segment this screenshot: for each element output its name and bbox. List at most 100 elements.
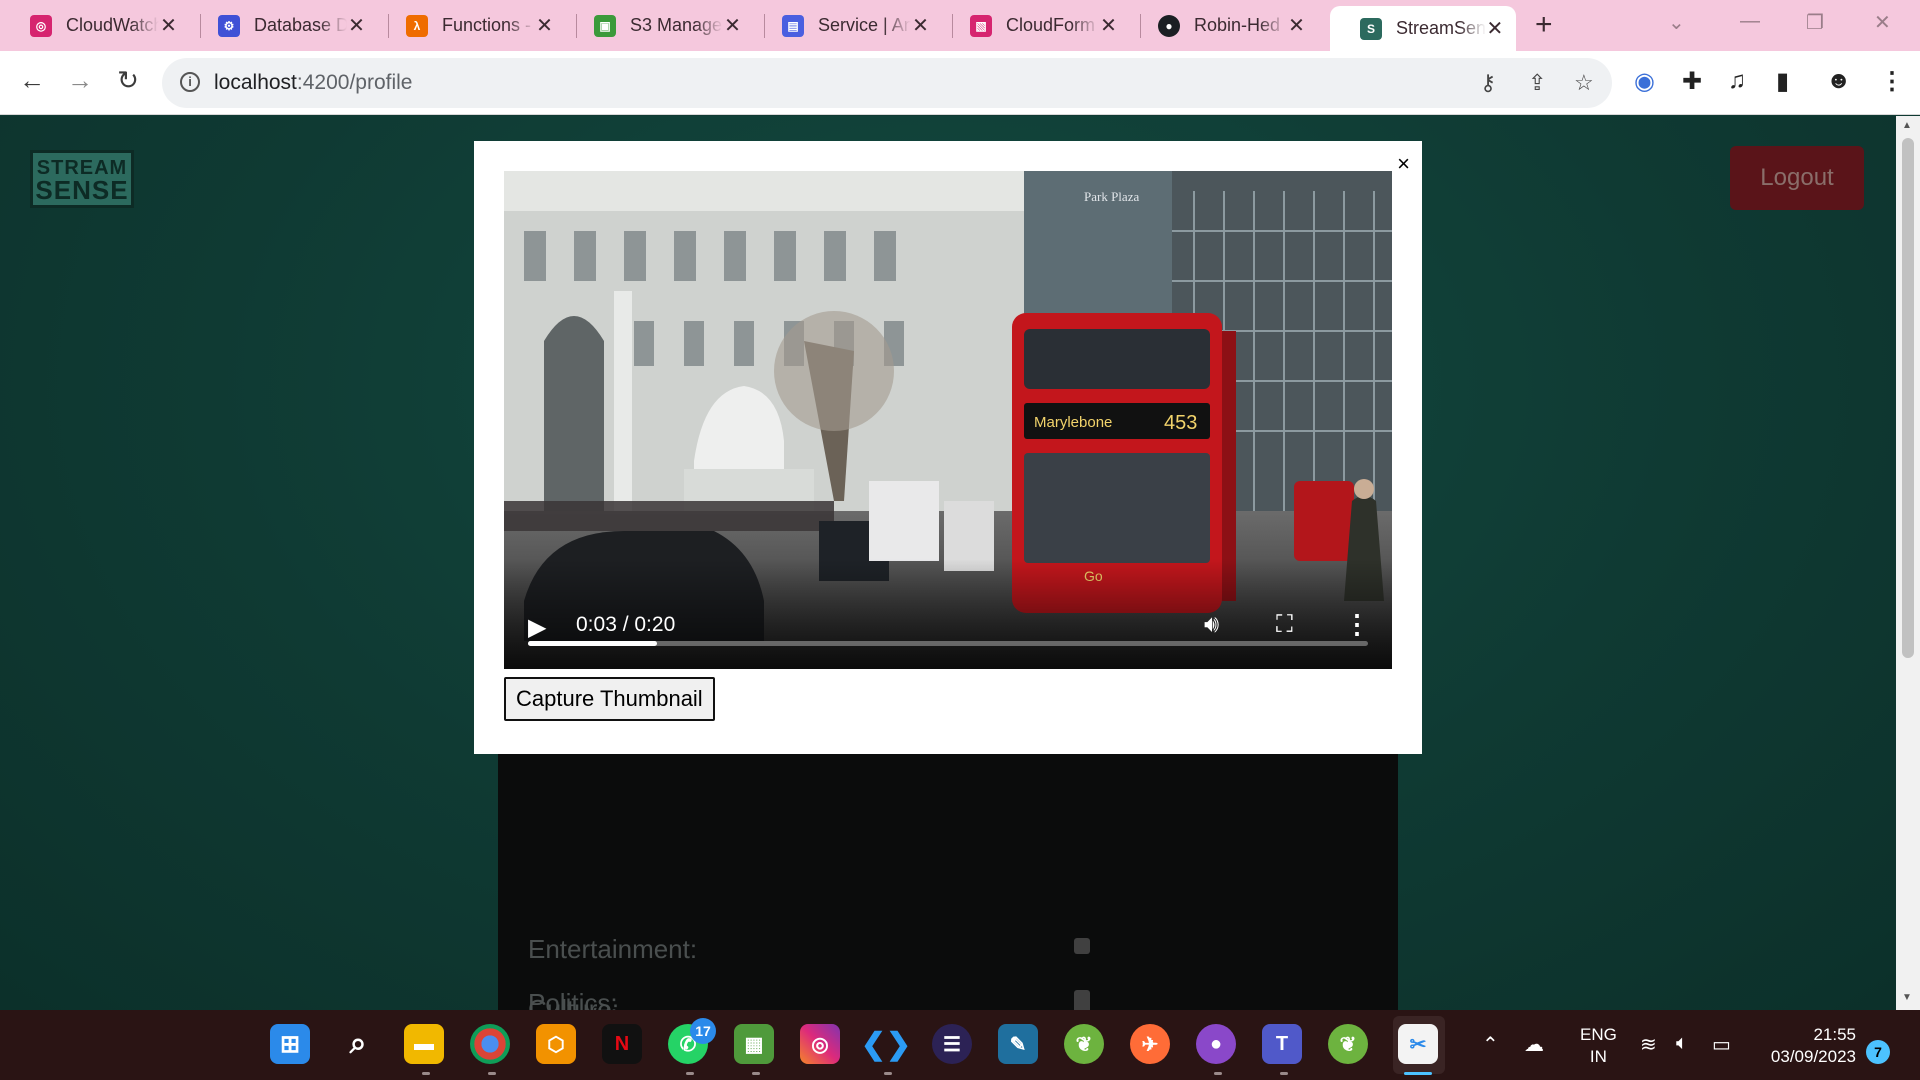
language-indicator[interactable]: ENG IN bbox=[1580, 1024, 1617, 1068]
database-favicon-icon: ⚙ bbox=[218, 14, 240, 37]
onedrive-error-icon[interactable]: ☁ bbox=[1524, 1032, 1544, 1057]
app-orange-icon[interactable]: ⬡ bbox=[536, 1024, 576, 1064]
address-bar[interactable]: i localhost:4200/profile ⚷ ⇪ ☆ bbox=[162, 58, 1612, 108]
tab-database[interactable]: ⚙ Database D ✕ bbox=[188, 6, 378, 45]
spring-tools-icon[interactable]: ❦ bbox=[1064, 1024, 1104, 1064]
tab-service[interactable]: ▤ Service | An ✕ bbox=[752, 6, 942, 45]
close-tab-icon[interactable]: ✕ bbox=[1099, 13, 1118, 38]
volume-icon[interactable]: 🔊︎ bbox=[1204, 611, 1219, 639]
video-progress-bar[interactable] bbox=[528, 641, 1368, 646]
tab-label: CloudForm bbox=[1006, 15, 1096, 35]
close-window-icon[interactable]: ✕ bbox=[1874, 10, 1891, 35]
tab-s3[interactable]: ▣ S3 Manage ✕ bbox=[564, 6, 754, 45]
play-icon[interactable]: ▶ bbox=[528, 613, 546, 642]
close-tab-icon[interactable]: ✕ bbox=[159, 13, 178, 38]
pref-checkbox-entertainment[interactable] bbox=[1074, 938, 1090, 954]
forward-icon[interactable]: → bbox=[62, 65, 98, 96]
capture-thumbnail-button[interactable]: Capture Thumbnail bbox=[504, 677, 715, 721]
mysql-workbench-icon[interactable]: ✎ bbox=[998, 1024, 1038, 1064]
tab-cloudwatch[interactable]: ◎ CloudWatch ✕ bbox=[0, 6, 190, 45]
close-tab-icon[interactable]: ✕ bbox=[723, 13, 742, 38]
video-player[interactable]: Park Plaza Marylebone 453 Go bbox=[504, 171, 1392, 669]
instagram-icon[interactable]: ◎ bbox=[800, 1024, 840, 1064]
scroll-down-icon[interactable]: ▼ bbox=[1902, 992, 1912, 1003]
password-key-icon[interactable]: ⚷ bbox=[1480, 70, 1496, 96]
browser-toolbar: ← → ↻ i localhost:4200/profile ⚷ ⇪ ☆ ◉ ✚… bbox=[0, 51, 1920, 115]
url-host: localhost bbox=[214, 71, 297, 94]
taskbar-running-dot bbox=[1214, 1072, 1222, 1075]
taskbar-active-dot bbox=[1404, 1072, 1432, 1075]
notification-count-badge[interactable]: 7 bbox=[1866, 1040, 1890, 1064]
lambda-favicon-icon: λ bbox=[406, 14, 428, 37]
restore-icon[interactable]: ❐ bbox=[1806, 10, 1824, 35]
fullscreen-icon[interactable]: ⛶ bbox=[1276, 611, 1293, 639]
taskbar-running-dot bbox=[422, 1072, 430, 1075]
eclipse-icon[interactable]: ☰ bbox=[932, 1024, 972, 1064]
more-options-icon[interactable]: ⋮ bbox=[1344, 609, 1370, 640]
github-favicon-icon: ● bbox=[1158, 14, 1180, 37]
github-desktop-icon[interactable]: ● bbox=[1196, 1024, 1236, 1064]
tab-search-icon[interactable]: ⌄ bbox=[1668, 10, 1685, 35]
tab-streamsense[interactable]: S StreamSens ✕ bbox=[1330, 6, 1516, 51]
extension-icon[interactable]: ◉ bbox=[1634, 67, 1655, 96]
wifi-icon[interactable]: ≋ bbox=[1640, 1032, 1657, 1057]
tab-label: Robin-Hed bbox=[1194, 15, 1281, 35]
close-modal-icon[interactable]: × bbox=[1397, 151, 1410, 177]
site-info-icon[interactable]: i bbox=[180, 72, 200, 92]
menu-kebab-icon[interactable]: ⋮ bbox=[1880, 67, 1904, 96]
minimize-icon[interactable]: — bbox=[1740, 10, 1760, 33]
logout-button[interactable]: Logout bbox=[1730, 146, 1864, 210]
photos-icon[interactable]: ▦ bbox=[734, 1024, 774, 1064]
clock-time: 21:55 bbox=[1813, 1025, 1856, 1044]
snipping-tool-icon[interactable]: ✂ bbox=[1398, 1024, 1438, 1064]
scroll-up-icon[interactable]: ▲ bbox=[1902, 120, 1912, 131]
windows-taskbar: ⊞ ⌕ ▬ ⬡ N ✆ ▦ ◎ ❮❯ ☰ ✎ ❦ ✈ ● T ❦ ✂ ⌃ ☁ E… bbox=[0, 1010, 1920, 1080]
postman-icon[interactable]: ✈ bbox=[1130, 1024, 1170, 1064]
system-clock[interactable]: 21:55 03/09/2023 bbox=[1758, 1024, 1856, 1068]
tab-label: StreamSens bbox=[1396, 18, 1486, 38]
streamsense-logo[interactable]: STREAM SENSE bbox=[30, 150, 134, 208]
close-tab-icon[interactable]: ✕ bbox=[911, 13, 930, 38]
taskbar-running-dot bbox=[752, 1072, 760, 1075]
service-favicon-icon: ▤ bbox=[782, 14, 804, 37]
url-text[interactable]: localhost:4200/profile bbox=[214, 71, 412, 95]
search-icon[interactable]: ⌕ bbox=[338, 1024, 378, 1064]
tab-github[interactable]: ● Robin-Hed ✕ bbox=[1128, 6, 1318, 45]
tab-label: Functions - bbox=[442, 15, 532, 35]
close-tab-icon[interactable]: ✕ bbox=[347, 13, 366, 38]
show-hidden-icons-icon[interactable]: ⌃ bbox=[1482, 1032, 1499, 1057]
thumbnail-modal: × Park Plaza Marylebone 453 ▶ 0:03 / 0:2… bbox=[474, 141, 1422, 754]
close-tab-icon[interactable]: ✕ bbox=[535, 13, 554, 38]
pref-checkbox-culture[interactable] bbox=[1074, 1000, 1090, 1010]
chrome-icon[interactable] bbox=[470, 1024, 510, 1064]
tab-cloudformation[interactable]: ▧ CloudForm ✕ bbox=[940, 6, 1130, 45]
share-icon[interactable]: ⇪ bbox=[1528, 70, 1546, 96]
teams-icon[interactable]: T bbox=[1262, 1024, 1302, 1064]
puzzle-extensions-icon[interactable]: ✚ bbox=[1682, 67, 1702, 96]
page-scrollbar[interactable]: ▲ ▼ bbox=[1896, 116, 1920, 1010]
speaker-icon[interactable]: 🔈︎ bbox=[1676, 1032, 1688, 1055]
tab-functions[interactable]: λ Functions - ✕ bbox=[376, 6, 566, 45]
close-tab-icon[interactable]: ✕ bbox=[1287, 13, 1306, 38]
close-tab-icon[interactable]: ✕ bbox=[1486, 16, 1504, 41]
netflix-icon[interactable]: N bbox=[602, 1024, 642, 1064]
cloudwatch-favicon-icon: ◎ bbox=[30, 14, 52, 37]
taskbar-running-dot bbox=[686, 1072, 694, 1075]
lang-line-1: ENG bbox=[1580, 1025, 1617, 1044]
back-icon[interactable]: ← bbox=[14, 65, 50, 96]
bookmark-star-icon[interactable]: ☆ bbox=[1574, 70, 1594, 96]
file-explorer-icon[interactable]: ▬ bbox=[404, 1024, 444, 1064]
battery-icon[interactable]: ▭ bbox=[1712, 1032, 1731, 1057]
media-control-icon[interactable]: ♫ bbox=[1728, 67, 1746, 95]
windows-start-icon[interactable]: ⊞ bbox=[270, 1024, 310, 1064]
side-panel-icon[interactable]: ▮ bbox=[1776, 67, 1789, 96]
scroll-thumb[interactable] bbox=[1902, 138, 1914, 658]
new-tab-icon[interactable]: + bbox=[1535, 8, 1553, 42]
profile-avatar-icon[interactable]: ☻ bbox=[1826, 67, 1851, 95]
pref-label-entertainment: Entertainment: bbox=[528, 934, 698, 964]
vscode-icon[interactable]: ❮❯ bbox=[861, 1024, 911, 1064]
reload-icon[interactable]: ↻ bbox=[110, 65, 146, 96]
spring-tools-2-icon[interactable]: ❦ bbox=[1328, 1024, 1368, 1064]
logo-line-2: SENSE bbox=[35, 175, 129, 205]
s3-favicon-icon: ▣ bbox=[594, 14, 616, 37]
